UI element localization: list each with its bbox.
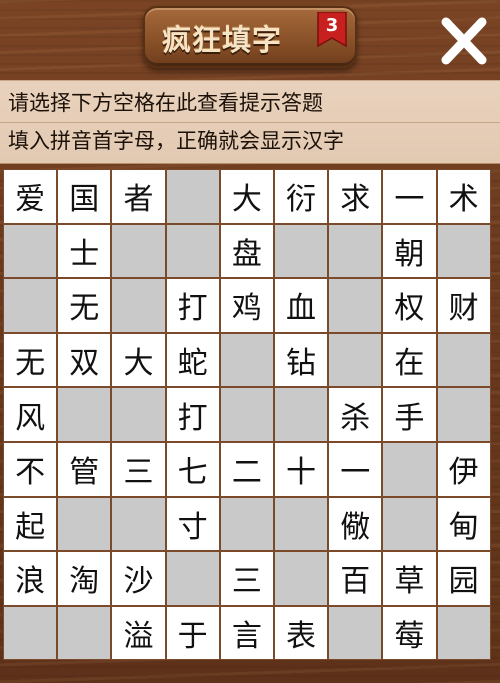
grid-cell-filled[interactable]: 三 <box>219 551 274 606</box>
grid-cell-filled[interactable]: 手 <box>382 387 437 442</box>
grid-cell-filled[interactable]: 血 <box>273 278 329 333</box>
grid-cell-filled[interactable]: 爱 <box>3 169 58 224</box>
grid-cell-filled[interactable]: 二 <box>219 441 274 497</box>
grid-cell-empty[interactable] <box>273 496 329 552</box>
grid-cell-filled[interactable]: 无 <box>3 332 58 388</box>
grid-cell-empty[interactable] <box>273 223 329 279</box>
grid-cell-filled[interactable]: 起 <box>3 496 58 552</box>
grid-cell-empty[interactable] <box>165 223 220 279</box>
grid-cell-empty[interactable] <box>436 387 491 442</box>
grid-cell-filled[interactable]: 园 <box>436 551 491 606</box>
grid-cell-empty[interactable] <box>273 551 329 606</box>
grid-cell-filled[interactable]: 沙 <box>111 551 166 606</box>
grid-cell-filled[interactable]: 杀 <box>328 387 383 442</box>
grid-cell-empty[interactable] <box>382 496 437 552</box>
level-number: 3 <box>325 15 339 36</box>
grid-cell-filled[interactable]: 表 <box>273 605 329 661</box>
grid-cell-empty[interactable] <box>436 223 491 279</box>
grid-cell-filled[interactable]: 双 <box>57 332 112 388</box>
grid-cell-empty[interactable] <box>57 387 112 442</box>
grid-cell-empty[interactable] <box>165 169 220 224</box>
grid-cell-empty[interactable] <box>3 223 58 279</box>
grid-cell-empty[interactable] <box>328 278 383 333</box>
grid-cell-filled[interactable]: 权 <box>382 278 437 333</box>
grid-cell-empty[interactable] <box>436 332 491 388</box>
grid-cell-empty[interactable] <box>111 278 166 333</box>
grid-cell-empty[interactable] <box>57 605 112 661</box>
grid-cell-filled[interactable]: 草 <box>382 551 437 606</box>
grid-cell-filled[interactable]: 大 <box>219 169 274 224</box>
grid-cell-filled[interactable]: 十 <box>273 441 329 497</box>
grid-cell-filled[interactable]: 大 <box>111 332 166 388</box>
crossword-grid: 爱国者大衍求一术士盘朝无打鸡血权财无双大蛇钻在风打杀手不管三七二十一伊起寸儆甸浪… <box>3 169 491 661</box>
grid-cell-filled[interactable]: 士 <box>57 223 112 279</box>
grid-cell-empty[interactable] <box>328 223 383 279</box>
grid-cell-empty[interactable] <box>111 387 166 442</box>
grid-cell-empty[interactable] <box>382 441 437 497</box>
grid-cell-empty[interactable] <box>111 496 166 552</box>
grid-cell-filled[interactable]: 言 <box>219 605 274 661</box>
grid-cell-filled[interactable]: 朝 <box>382 223 437 279</box>
grid-cell-filled[interactable]: 在 <box>382 332 437 388</box>
grid-cell-empty[interactable] <box>436 605 491 661</box>
grid-cell-filled[interactable]: 风 <box>3 387 58 442</box>
grid-cell-empty[interactable] <box>219 387 274 442</box>
game-title: 疯狂填字 <box>162 23 283 57</box>
grid-cell-empty[interactable] <box>111 223 166 279</box>
grid-cell-filled[interactable]: 者 <box>111 169 166 224</box>
grid-cell-filled[interactable]: 鸡 <box>219 278 274 333</box>
hint-line-1: 请选择下方空格在此查看提示答题 <box>8 91 323 115</box>
grid-cell-empty[interactable] <box>165 551 220 606</box>
grid-cell-filled[interactable]: 财 <box>436 278 491 333</box>
top-bar: 疯狂填字 3 <box>0 0 500 78</box>
close-x-icon <box>441 17 487 65</box>
grid-cell-empty[interactable] <box>219 332 274 388</box>
grid-cell-empty[interactable] <box>57 496 112 552</box>
grid-cell-filled[interactable]: 一 <box>328 441 383 497</box>
grid-cell-filled[interactable]: 蛇 <box>165 332 220 388</box>
grid-cell-filled[interactable]: 不 <box>3 441 58 497</box>
grid-cell-filled[interactable]: 寸 <box>165 496 220 552</box>
grid-cell-filled[interactable]: 百 <box>328 551 383 606</box>
grid-cell-filled[interactable]: 七 <box>165 441 220 497</box>
grid-cell-filled[interactable]: 淘 <box>57 551 112 606</box>
grid-cell-filled[interactable]: 盘 <box>219 223 274 279</box>
grid-cell-empty[interactable] <box>3 278 58 333</box>
grid-cell-filled[interactable]: 浪 <box>3 551 58 606</box>
level-badge: 3 <box>317 11 347 48</box>
hint-line-2: 填入拼音首字母，正确就会显示汉字 <box>8 129 344 153</box>
grid-cell-filled[interactable]: 三 <box>111 441 166 497</box>
grid-cell-filled[interactable]: 儆 <box>328 496 383 552</box>
grid-cell-filled[interactable]: 打 <box>165 278 220 333</box>
grid-cell-filled[interactable]: 莓 <box>382 605 437 661</box>
grid-cell-empty[interactable] <box>273 387 329 442</box>
grid-cell-filled[interactable]: 无 <box>57 278 112 333</box>
grid-cell-filled[interactable]: 求 <box>328 169 383 224</box>
grid-cell-filled[interactable]: 国 <box>57 169 112 224</box>
grid-cell-empty[interactable] <box>3 605 58 661</box>
grid-cell-filled[interactable]: 一 <box>382 169 437 224</box>
close-button[interactable] <box>438 16 490 66</box>
grid-cell-empty[interactable] <box>219 496 274 552</box>
grid-cell-filled[interactable]: 钻 <box>273 332 329 388</box>
grid-cell-filled[interactable]: 打 <box>165 387 220 442</box>
grid-cell-filled[interactable]: 伊 <box>436 441 491 497</box>
grid-cell-filled[interactable]: 甸 <box>436 496 491 552</box>
grid-cell-filled[interactable]: 管 <box>57 441 112 497</box>
hint-panel: 请选择下方空格在此查看提示答题 填入拼音首字母，正确就会显示汉字 <box>0 80 500 164</box>
grid-cell-filled[interactable]: 溢 <box>111 605 166 661</box>
grid-cell-empty[interactable] <box>328 332 383 388</box>
grid-cell-filled[interactable]: 于 <box>165 605 220 661</box>
grid-cell-filled[interactable]: 衍 <box>273 169 329 224</box>
grid-cell-filled[interactable]: 术 <box>436 169 491 224</box>
hint-divider <box>0 122 500 123</box>
title-plate: 疯狂填字 3 <box>143 6 357 68</box>
grid-cell-empty[interactable] <box>328 605 383 661</box>
